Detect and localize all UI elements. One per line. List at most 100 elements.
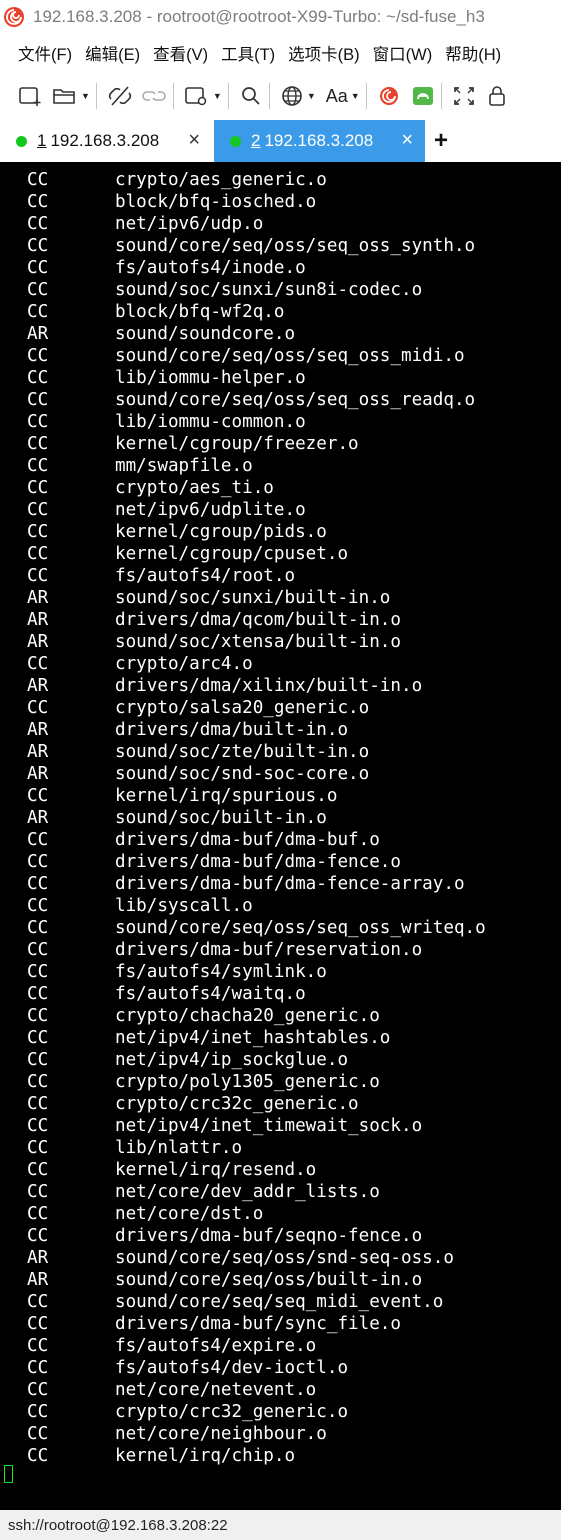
- open-session-button[interactable]: ▼: [52, 81, 90, 111]
- object-file-path: fs/autofs4/root.o: [115, 566, 296, 586]
- xftp-button[interactable]: [411, 81, 435, 111]
- build-step-tag: CC: [27, 1182, 49, 1202]
- object-file-path: fs/autofs4/expire.o: [115, 1336, 317, 1356]
- terminal-line: CC kernel/irq/resend.o: [0, 1159, 561, 1181]
- terminal-line: CC crypto/salsa20_generic.o: [0, 697, 561, 719]
- menu-file[interactable]: 文件(F): [0, 41, 79, 65]
- terminal-line: CC lib/iommu-common.o: [0, 411, 561, 433]
- terminal-line: CC drivers/dma-buf/dma-fence.o: [0, 851, 561, 873]
- build-step-tag: AR: [27, 1270, 49, 1290]
- object-file-path: sound/soc/built-in.o: [115, 808, 327, 828]
- terminal-line: CC net/ipv6/udplite.o: [0, 499, 561, 521]
- font-icon: Aa: [325, 85, 348, 106]
- build-step-tag: AR: [27, 588, 49, 608]
- object-file-path: lib/iommu-common.o: [115, 412, 306, 432]
- object-file-path: fs/autofs4/waitq.o: [115, 984, 306, 1004]
- tab-session-2[interactable]: 2 192.168.3.208 ×: [214, 120, 425, 162]
- connected-status-icon: [230, 135, 241, 147]
- object-file-path: crypto/crc32_generic.o: [115, 1402, 349, 1422]
- object-file-path: block/bfq-wf2q.o: [115, 302, 285, 322]
- build-step-tag: AR: [27, 632, 49, 652]
- build-step-tag: CC: [27, 1072, 49, 1092]
- object-file-path: crypto/poly1305_generic.o: [115, 1072, 380, 1092]
- object-file-path: kernel/cgroup/pids.o: [115, 522, 327, 542]
- build-step-tag: CC: [27, 368, 49, 388]
- reconnect-button[interactable]: [141, 81, 167, 111]
- build-step-tag: CC: [27, 214, 49, 234]
- object-file-path: net/core/dev_addr_lists.o: [115, 1182, 380, 1202]
- build-step-tag: AR: [27, 324, 49, 344]
- terminal-line: CC drivers/dma-buf/seqno-fence.o: [0, 1225, 561, 1247]
- terminal-line: CC lib/syscall.o: [0, 895, 561, 917]
- build-step-tag: CC: [27, 1204, 49, 1224]
- connected-status-icon: [16, 135, 27, 147]
- object-file-path: drivers/dma/xilinx/built-in.o: [115, 676, 423, 696]
- chevron-down-icon[interactable]: ▼: [307, 91, 316, 101]
- terminal-line: CC lib/nlattr.o: [0, 1137, 561, 1159]
- build-step-tag: CC: [27, 1446, 49, 1466]
- session-options-button[interactable]: ▼: [184, 81, 222, 111]
- disconnect-button[interactable]: [107, 81, 133, 111]
- search-button[interactable]: [239, 81, 263, 111]
- menu-edit[interactable]: 编辑(E): [79, 41, 147, 65]
- object-file-path: drivers/dma/qcom/built-in.o: [115, 610, 401, 630]
- object-file-path: kernel/irq/resend.o: [115, 1160, 317, 1180]
- globe-button[interactable]: ▼: [280, 81, 316, 111]
- object-file-path: sound/core/seq/oss/seq_oss_writeq.o: [115, 918, 486, 938]
- terminal-line: AR drivers/dma/qcom/built-in.o: [0, 609, 561, 631]
- tab-session-1[interactable]: 1 192.168.3.208 ×: [0, 120, 212, 162]
- terminal-output[interactable]: CC crypto/aes_generic.o CC block/bfq-iosche…: [0, 162, 561, 1510]
- build-step-tag: CC: [27, 698, 49, 718]
- object-file-path: lib/iommu-helper.o: [115, 368, 306, 388]
- terminal-line: AR sound/soundcore.o: [0, 323, 561, 345]
- tab-label: 192.168.3.208: [50, 131, 160, 150]
- terminal-line: CC sound/core/seq/oss/seq_oss_midi.o: [0, 345, 561, 367]
- menu-tabs[interactable]: 选项卡(B): [282, 41, 367, 65]
- object-file-path: net/core/dst.o: [115, 1204, 264, 1224]
- build-step-tag: CC: [27, 1050, 49, 1070]
- toolbar-separator: [95, 83, 97, 109]
- build-step-tag: CC: [27, 170, 49, 190]
- object-file-path: net/ipv6/udp.o: [115, 214, 264, 234]
- menu-tools[interactable]: 工具(T): [215, 41, 282, 65]
- terminal-line: CC crypto/aes_generic.o: [0, 169, 561, 191]
- object-file-path: net/core/netevent.o: [115, 1380, 317, 1400]
- chevron-down-icon[interactable]: ▼: [351, 91, 360, 101]
- terminal-line: CC net/core/neighbour.o: [0, 1423, 561, 1445]
- lock-button[interactable]: [486, 81, 508, 111]
- object-file-path: sound/core/seq/seq_midi_event.o: [115, 1292, 444, 1312]
- terminal-line: CC sound/core/seq/seq_midi_event.o: [0, 1291, 561, 1313]
- object-file-path: crypto/arc4.o: [115, 654, 253, 674]
- terminal-lines: CC crypto/aes_generic.o CC block/bfq-iosche…: [0, 169, 561, 1467]
- terminal-line: CC drivers/dma-buf/sync_file.o: [0, 1313, 561, 1335]
- window-title: 192.168.3.208 - rootroot@rootroot-X99-Tu…: [33, 7, 485, 26]
- terminal-line: CC kernel/irq/chip.o: [0, 1445, 561, 1467]
- terminal-line: CC crypto/crc32_generic.o: [0, 1401, 561, 1423]
- build-step-tag: AR: [27, 764, 49, 784]
- terminal-line: AR sound/soc/sunxi/built-in.o: [0, 587, 561, 609]
- chevron-down-icon[interactable]: ▼: [213, 91, 222, 101]
- build-step-tag: CC: [27, 1138, 49, 1158]
- build-step-tag: CC: [27, 346, 49, 366]
- close-icon[interactable]: ×: [188, 129, 200, 151]
- build-step-tag: AR: [27, 610, 49, 630]
- terminal-line: CC crypto/aes_ti.o: [0, 477, 561, 499]
- new-session-button[interactable]: [18, 81, 44, 111]
- chevron-down-icon[interactable]: ▼: [81, 91, 90, 101]
- add-tab-button[interactable]: +: [434, 126, 448, 156]
- build-step-tag: AR: [27, 742, 49, 762]
- terminal-line: CC drivers/dma-buf/dma-fence-array.o: [0, 873, 561, 895]
- object-file-path: crypto/chacha20_generic.o: [115, 1006, 380, 1026]
- object-file-path: net/ipv4/inet_timewait_sock.o: [115, 1116, 423, 1136]
- close-icon[interactable]: ×: [401, 129, 413, 151]
- menu-view[interactable]: 查看(V): [147, 41, 215, 65]
- menu-help[interactable]: 帮助(H): [439, 41, 508, 65]
- font-button[interactable]: Aa ▼: [326, 81, 360, 111]
- terminal-line: CC sound/core/seq/oss/seq_oss_synth.o: [0, 235, 561, 257]
- fullscreen-button[interactable]: [452, 81, 476, 111]
- terminal-line: CC fs/autofs4/symlink.o: [0, 961, 561, 983]
- menu-window[interactable]: 窗口(W): [367, 41, 440, 65]
- toolbar-separator: [440, 83, 442, 109]
- build-step-tag: CC: [27, 1116, 49, 1136]
- xshell-button[interactable]: [377, 81, 401, 111]
